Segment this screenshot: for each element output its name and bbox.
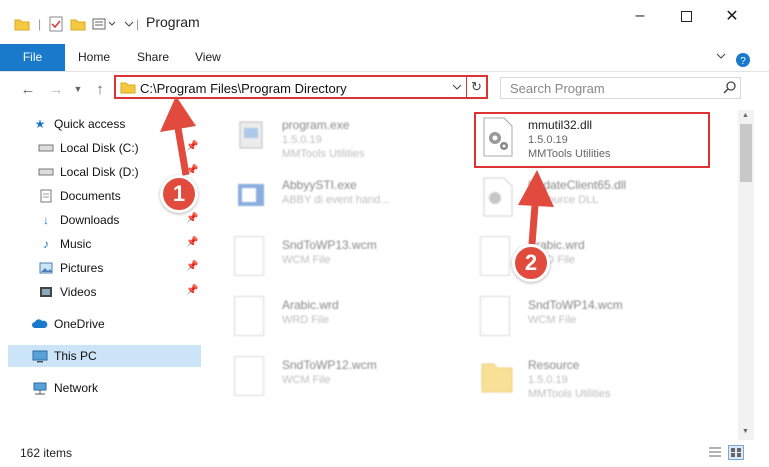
details-view-icon[interactable] <box>708 446 722 461</box>
step-marker-2: 2 <box>512 244 550 282</box>
status-bar: 162 items <box>0 440 769 467</box>
item-count: 162 items <box>20 446 73 460</box>
annotation-overlay <box>160 96 554 245</box>
large-icons-view-icon[interactable] <box>728 445 744 460</box>
step-marker-1: 1 <box>160 175 198 213</box>
arrow-2 <box>518 170 554 245</box>
arrow-1 <box>160 96 196 176</box>
